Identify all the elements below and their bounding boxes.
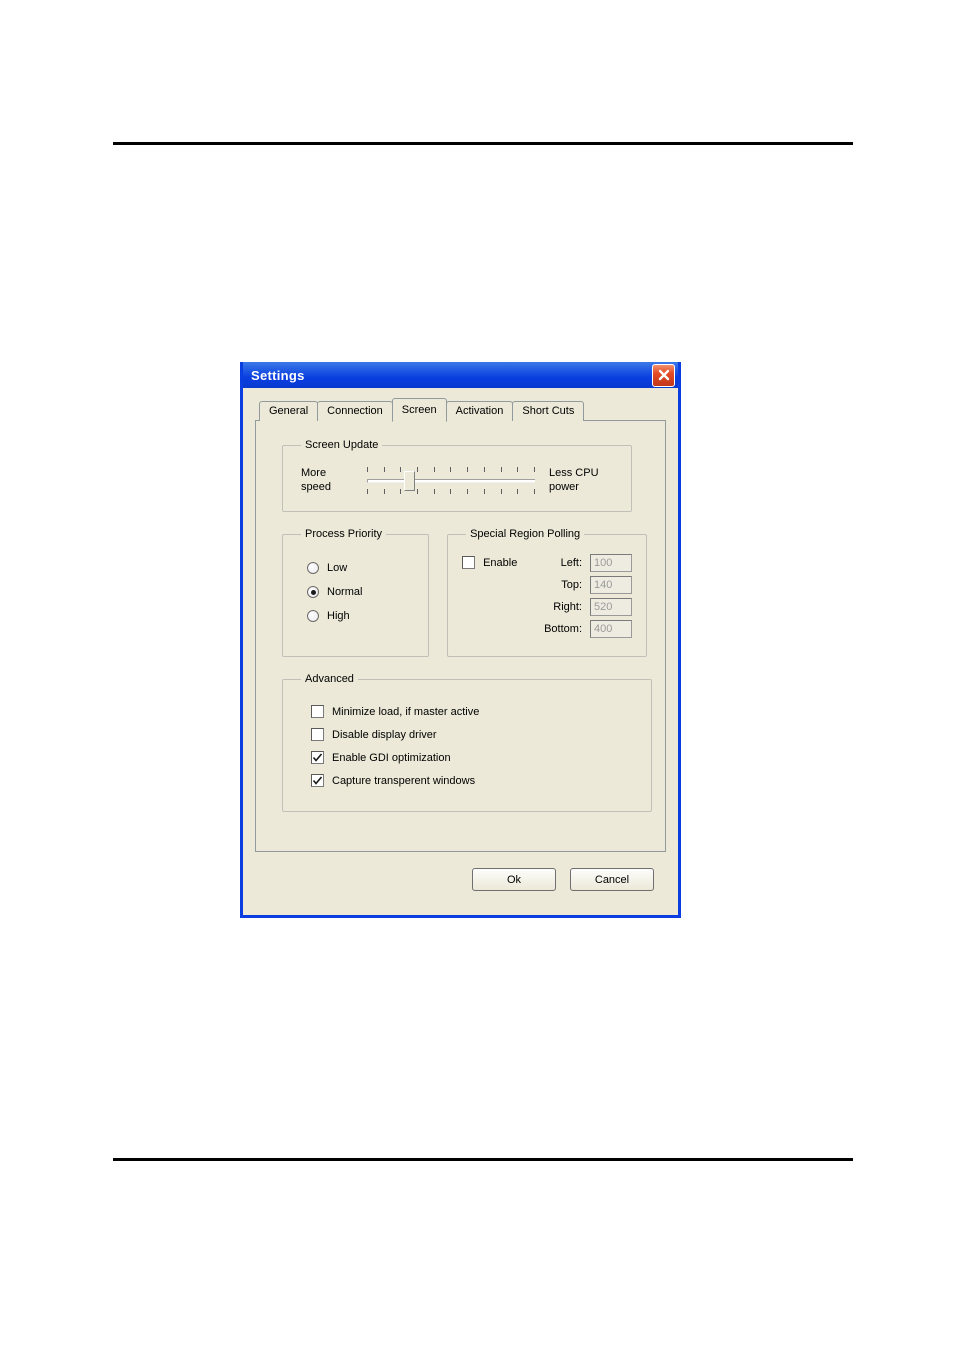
input-srp-left[interactable] [590, 554, 632, 572]
input-srp-bottom[interactable] [590, 620, 632, 638]
checkbox-label: Minimize load, if master active [332, 706, 479, 718]
group-screen-update: Screen Update More speed [282, 439, 632, 512]
tab-shortcuts[interactable]: Short Cuts [512, 401, 584, 421]
tab-label: Connection [327, 405, 383, 417]
group-legend: Process Priority [301, 528, 386, 540]
group-special-region-polling: Special Region Polling Enable Left: [447, 528, 647, 657]
radio-label: High [327, 610, 350, 622]
checkbox-label: Enable GDI optimization [332, 752, 451, 764]
radio-icon [307, 562, 319, 574]
titlebar[interactable]: Settings [243, 362, 678, 388]
slider-thumb[interactable] [404, 471, 415, 491]
dialog-title: Settings [251, 368, 305, 383]
radio-priority-normal[interactable]: Normal [307, 586, 414, 598]
tab-panel-screen: Screen Update More speed [255, 420, 666, 852]
group-advanced: Advanced Minimize load, if master active… [282, 673, 652, 812]
radio-priority-high[interactable]: High [307, 610, 414, 622]
radio-icon [307, 610, 319, 622]
slider-right-label: Less CPU power [549, 467, 613, 495]
input-srp-top[interactable] [590, 576, 632, 594]
checkbox-icon [311, 774, 324, 787]
checkbox-icon [311, 705, 324, 718]
ok-button[interactable]: Ok [472, 868, 556, 891]
checkbox-disable-display-driver[interactable]: Disable display driver [311, 728, 637, 741]
tab-label: Screen [402, 404, 437, 416]
tab-strip: General Connection Screen Activation Sho… [255, 398, 666, 421]
checkbox-enable-gdi[interactable]: Enable GDI optimization [311, 751, 637, 764]
field-label-bottom: Bottom: [544, 623, 582, 635]
close-icon [658, 369, 670, 381]
tab-general[interactable]: General [259, 401, 318, 421]
check-icon [312, 752, 323, 763]
slider-left-label: More speed [301, 467, 353, 495]
checkbox-icon [311, 751, 324, 764]
slider-ticks-bottom [367, 489, 535, 495]
group-process-priority: Process Priority Low Normal High [282, 528, 429, 657]
input-srp-right[interactable] [590, 598, 632, 616]
checkbox-srp-enable[interactable]: Enable [462, 556, 534, 569]
group-legend: Special Region Polling [466, 528, 584, 540]
checkbox-icon [311, 728, 324, 741]
checkbox-capture-transparent[interactable]: Capture transperent windows [311, 774, 637, 787]
field-label-right: Right: [553, 601, 582, 613]
close-button[interactable] [652, 364, 675, 387]
tab-label: Short Cuts [522, 405, 574, 417]
checkbox-label: Enable [483, 557, 517, 569]
tab-activation[interactable]: Activation [446, 401, 514, 421]
field-label-left: Left: [561, 557, 582, 569]
settings-dialog: Settings General Connection Screen Activ… [240, 362, 681, 918]
field-label-top: Top: [561, 579, 582, 591]
tab-connection[interactable]: Connection [317, 401, 393, 421]
radio-icon [307, 586, 319, 598]
checkbox-label: Capture transperent windows [332, 775, 475, 787]
group-legend: Screen Update [301, 439, 382, 451]
checkbox-minimize-load[interactable]: Minimize load, if master active [311, 705, 637, 718]
page-rule-bottom [113, 1158, 853, 1161]
tab-label: General [269, 405, 308, 417]
cancel-button[interactable]: Cancel [570, 868, 654, 891]
screen-update-slider[interactable] [367, 467, 535, 495]
checkbox-icon [462, 556, 475, 569]
checkbox-label: Disable display driver [332, 729, 437, 741]
check-icon [312, 775, 323, 786]
tab-screen[interactable]: Screen [392, 398, 447, 422]
radio-label: Low [327, 562, 347, 574]
dialog-button-row: Ok Cancel [255, 852, 666, 903]
page-rule-top [113, 142, 853, 145]
radio-priority-low[interactable]: Low [307, 562, 414, 574]
tab-label: Activation [456, 405, 504, 417]
radio-label: Normal [327, 586, 362, 598]
group-legend: Advanced [301, 673, 358, 685]
